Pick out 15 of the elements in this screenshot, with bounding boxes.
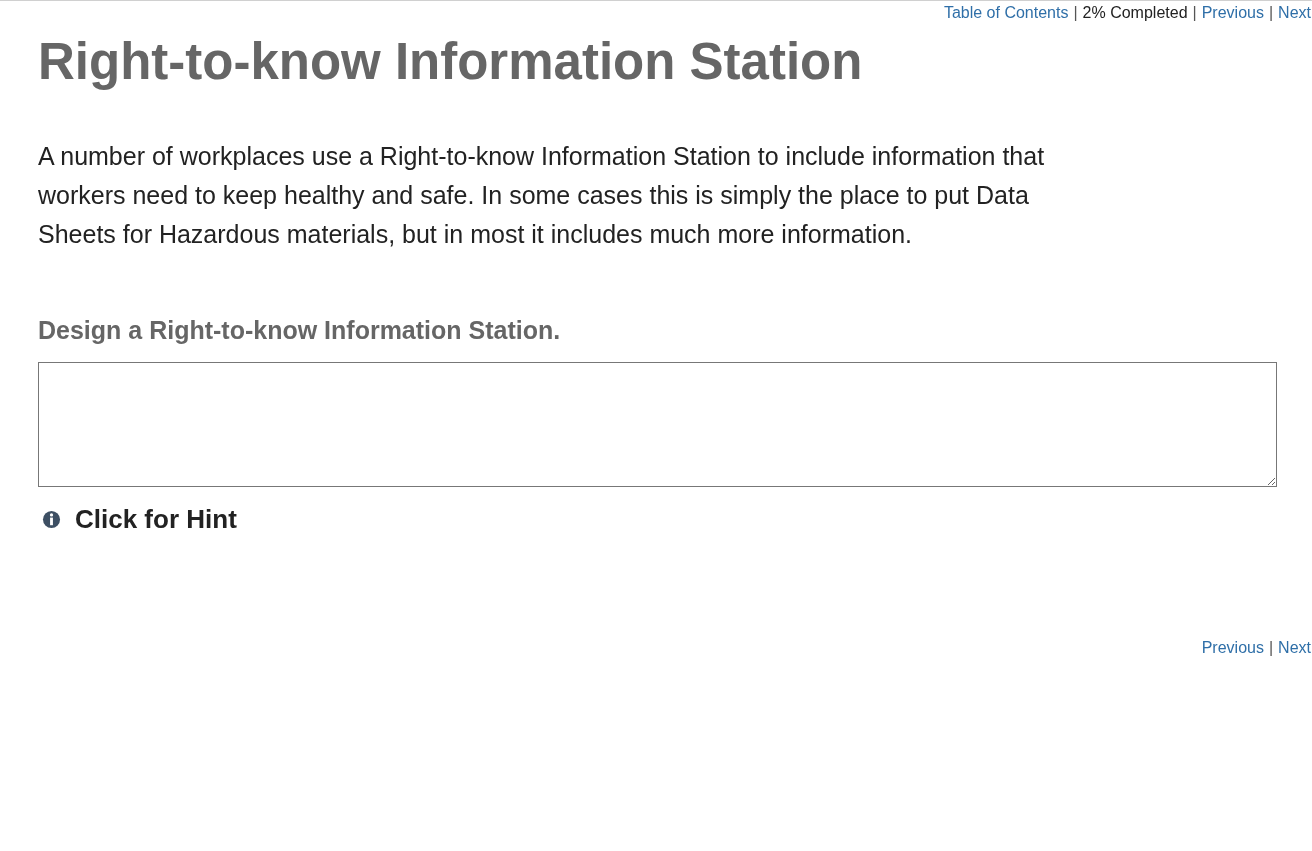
question-prompt: Design a Right-to-know Information Station. <box>38 316 562 345</box>
separator: | <box>1268 639 1274 657</box>
nav-link[interactable]: Next <box>1278 4 1311 22</box>
info-icon[interactable] <box>42 510 61 529</box>
page-title: Right-to-know Information Station <box>38 32 864 91</box>
intro-paragraph: A number of workplaces use a Right-to-know Information Station to include information that workers need to keep healthy and safe. In some cases this is simply the place to put Data Sheets for Hazardous materials, but in most it includes much more information. <box>38 141 1046 250</box>
separator: | <box>1192 4 1197 22</box>
progress-text: 2% Completed <box>1082 4 1188 22</box>
nav-link[interactable]: Next <box>1278 639 1311 657</box>
nav-link[interactable]: Previous <box>1201 4 1264 22</box>
hint-link[interactable]: Click for Hint <box>75 504 237 535</box>
nav-link[interactable]: Table of Contents <box>943 4 1069 22</box>
separator: | <box>1268 4 1274 22</box>
separator: | <box>1073 4 1078 22</box>
nav-link[interactable]: Previous <box>1201 639 1264 657</box>
